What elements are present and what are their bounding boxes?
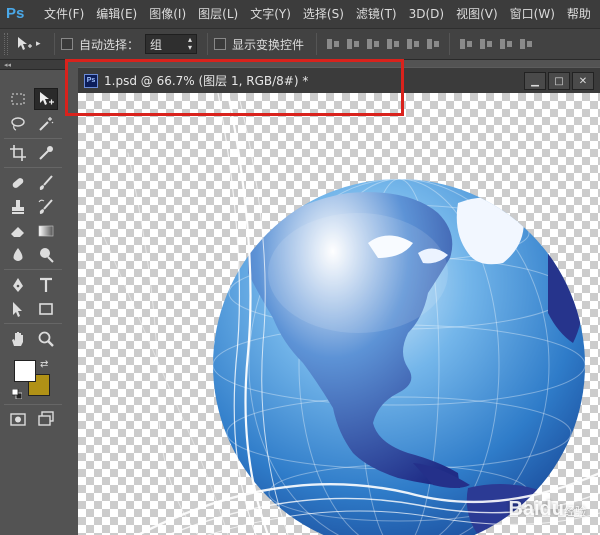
distribute-bottom-icon[interactable] [499,37,513,51]
divider [4,138,62,139]
move-tool-icon[interactable] [34,88,58,110]
menu-edit[interactable]: 编辑(E) [90,0,143,28]
toolbox-panel: ◂◂ ⇄ [0,60,66,535]
lasso-tool-icon[interactable] [6,113,30,135]
divider [316,33,318,55]
hand-tool-icon[interactable] [6,328,30,350]
divider [4,323,62,324]
canvas[interactable]: Baidu经验 [78,93,600,535]
document-area: Ps 1.psd @ 66.7% (图层 1, RGB/8#) * ▁ □ ✕ [66,60,600,535]
pen-tool-icon[interactable] [6,274,30,296]
document-tab[interactable]: Ps 1.psd @ 66.7% (图层 1, RGB/8#) * ▁ □ ✕ [78,67,600,93]
brush-tool-icon[interactable] [34,172,58,194]
align-vcenter-icon[interactable] [346,37,360,51]
photoshop-logo: Ps [6,5,25,22]
menu-select[interactable]: 选择(S) [297,0,350,28]
tool-preset-picker[interactable]: ▸ [16,36,48,52]
toolbox-collapse-button[interactable]: ◂◂ [0,60,66,70]
align-top-icon[interactable] [326,37,340,51]
options-bar: ▸ 自动选择： 组 ▴ ▾ 显示变换控件 [0,28,600,60]
screen-mode-icon[interactable] [34,408,58,430]
baidu-watermark: Baidu经验 [508,498,586,521]
divider [4,269,62,270]
dodge-tool-icon[interactable] [34,244,58,266]
align-bottom-icon[interactable] [366,37,380,51]
close-button[interactable]: ✕ [572,72,594,90]
maximize-button[interactable]: □ [548,72,570,90]
crop-tool-icon[interactable] [6,142,30,164]
divider [207,33,209,55]
path-selection-icon[interactable] [6,298,30,320]
quick-mask-icon[interactable] [6,408,30,430]
show-transform-label: 显示变换控件 [232,37,305,52]
menu-file[interactable]: 文件(F) [38,0,90,28]
zoom-tool-icon[interactable] [34,328,58,350]
magic-wand-icon[interactable] [34,113,58,135]
swap-colors-icon[interactable]: ⇄ [40,359,48,370]
options-bar-grip[interactable] [4,33,8,55]
distribute-left-icon[interactable] [519,37,533,51]
menu-layer[interactable]: 图层(L) [192,0,244,28]
menu-window[interactable]: 窗口(W) [504,0,561,28]
divider [54,33,55,55]
menu-bar: Ps 文件(F) 编辑(E) 图像(I) 图层(L) 文字(Y) 选择(S) 滤… [0,0,600,28]
clone-stamp-icon[interactable] [6,196,30,218]
window-controls: ▁ □ ✕ [522,72,594,90]
menu-view[interactable]: 视图(V) [450,0,504,28]
auto-select-dropdown[interactable]: 组 ▴ ▾ [145,34,198,54]
type-tool-icon[interactable] [34,274,58,296]
document-title: 1.psd @ 66.7% (图层 1, RGB/8#) * [104,74,309,88]
minimize-button[interactable]: ▁ [524,72,546,90]
eraser-tool-icon[interactable] [6,220,30,242]
dropdown-stepper-icon: ▴ ▾ [188,35,193,52]
divider [4,167,62,168]
divider [4,404,62,405]
auto-select-checkbox[interactable] [61,38,73,50]
align-hcenter-icon[interactable] [406,37,420,51]
watermark-sub: 经验 [564,506,586,518]
watermark-text: Baidu [508,498,564,520]
align-right-icon[interactable] [426,37,440,51]
eyedropper-icon[interactable] [34,142,58,164]
tool-preset-arrow: ▸ [36,39,41,49]
auto-select-label: 自动选择： [79,37,140,52]
blur-tool-icon[interactable] [6,244,30,266]
distribute-top-icon[interactable] [459,37,473,51]
divider [449,33,451,55]
gradient-tool-icon[interactable] [34,220,58,242]
distribute-vcenter-icon[interactable] [479,37,493,51]
photoshop-file-icon: Ps [84,73,98,88]
healing-brush-icon[interactable] [6,172,30,194]
menu-filter[interactable]: 滤镜(T) [350,0,403,28]
menu-image[interactable]: 图像(I) [143,0,192,28]
menu-type[interactable]: 文字(Y) [244,0,297,28]
move-tool-icon [18,37,32,50]
show-transform-checkbox[interactable] [214,38,227,50]
globe-artwork [97,93,600,535]
foreground-color-swatch[interactable] [14,360,36,382]
auto-select-value: 组 [150,37,163,52]
menu-help[interactable]: 帮助 [561,0,597,28]
default-colors-icon[interactable] [11,388,23,400]
marquee-tool-icon[interactable] [6,88,30,110]
rectangle-tool-icon[interactable] [34,298,58,320]
align-left-icon[interactable] [386,37,400,51]
history-brush-icon[interactable] [34,196,58,218]
menu-3d[interactable]: 3D(D) [403,0,450,28]
